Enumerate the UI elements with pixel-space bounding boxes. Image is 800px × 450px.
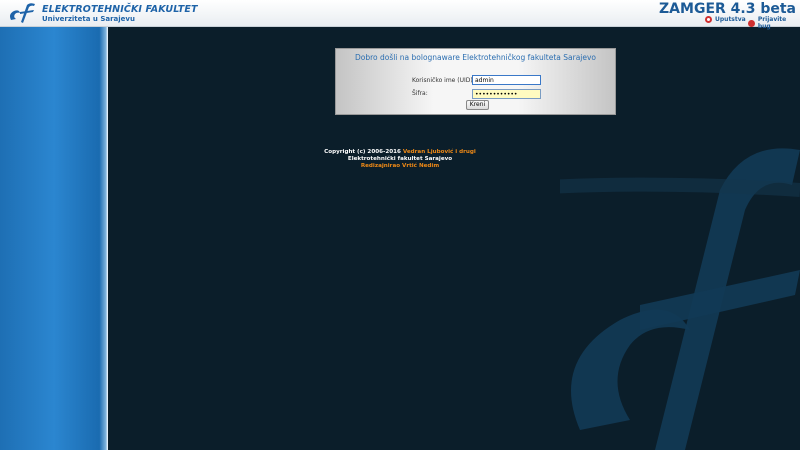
background-logo-icon xyxy=(560,148,800,450)
left-sidebar xyxy=(0,27,108,450)
help-link[interactable]: Uputstva xyxy=(705,16,746,23)
lifebuoy-icon xyxy=(705,16,712,23)
report-bug-label: Prijavite bug xyxy=(757,16,787,30)
redesign-link[interactable]: Redizajnirao Vrtić Nedim xyxy=(300,163,500,170)
username-label: Korisničko ime (UID): xyxy=(412,77,475,84)
credits: Copyright (c) 2006-2016 Vedran Ljubović … xyxy=(300,149,500,170)
authors-link[interactable]: Vedran Ljubović i drugi xyxy=(403,149,476,155)
faculty-logo-icon xyxy=(10,3,35,23)
institution-subtitle: Univerziteta u Sarajevu xyxy=(42,15,135,23)
password-input[interactable] xyxy=(472,89,541,99)
bug-icon xyxy=(748,19,755,27)
institution-name: ELEKTROTEHNIČKI FAKULTET xyxy=(42,4,198,15)
copyright-line: Copyright (c) 2006-2016 Vedran Ljubović … xyxy=(300,149,500,156)
login-form: Dobro došli na bolognaware Elektrotehnič… xyxy=(335,48,616,115)
help-link-label: Uputstva xyxy=(715,16,746,23)
login-button[interactable]: Kreni xyxy=(466,100,489,110)
report-bug-link[interactable]: Prijavite bug xyxy=(748,16,800,30)
copyright-text: Copyright (c) 2006-2016 xyxy=(324,149,401,155)
password-label: Šifra: xyxy=(412,90,428,97)
welcome-heading: Dobro došli na bolognaware Elektrotehnič… xyxy=(354,53,597,62)
app-title: ZAMGER 4.3 beta xyxy=(659,1,796,17)
top-header: ELEKTROTEHNIČKI FAKULTET Univerziteta u … xyxy=(0,0,800,30)
faculty-text: Elektrotehnički fakultet Sarajevo xyxy=(347,156,453,162)
username-input[interactable] xyxy=(472,75,541,85)
